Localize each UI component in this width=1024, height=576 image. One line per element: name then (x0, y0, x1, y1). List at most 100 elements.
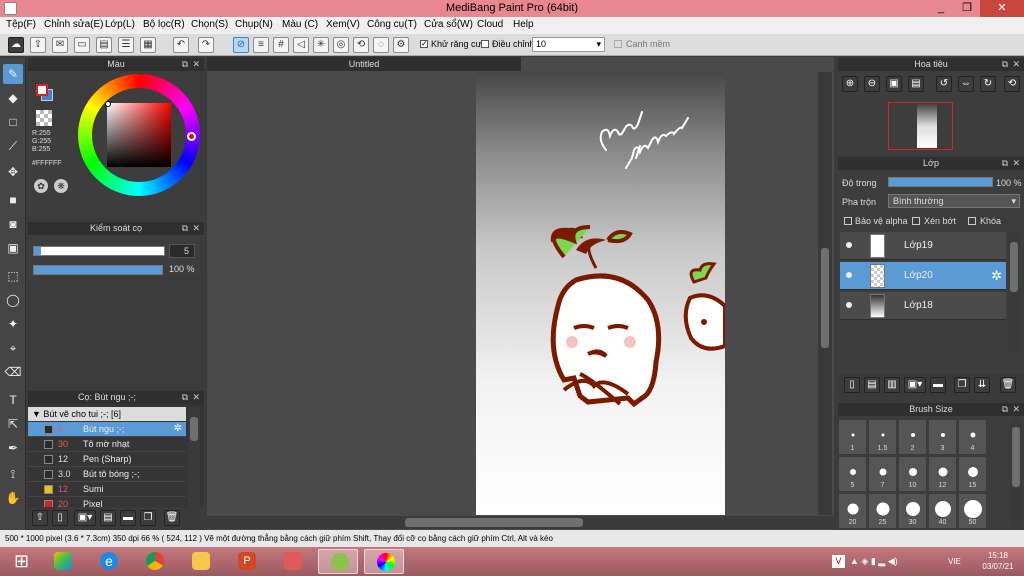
duplicate-layer-icon[interactable]: ❐ (954, 377, 970, 393)
brush-size-cell[interactable]: 10 (898, 456, 927, 492)
redo-icon[interactable]: ↷ (198, 37, 214, 53)
select-pen-tool-icon[interactable]: ⌖ (3, 338, 23, 358)
maximize-button[interactable]: ❐ (954, 0, 980, 17)
fill-rect-tool-icon[interactable]: ■ (3, 190, 23, 210)
taskbar-medibang[interactable] (364, 549, 404, 574)
menu-cloud[interactable]: Cloud (477, 19, 503, 30)
move-tool-icon[interactable]: ✥ (3, 162, 23, 182)
brush-size-cell[interactable]: 20 (838, 493, 867, 529)
zoom-out-icon[interactable]: ⊖ (864, 76, 880, 92)
transparent-swatch[interactable] (36, 110, 52, 126)
duplicate-brush-icon[interactable]: ❐ (140, 510, 156, 526)
radial-snap-icon[interactable]: ✳ (313, 37, 329, 53)
snap-off-icon[interactable]: ⊘ (233, 37, 249, 53)
layer-folder-icon[interactable]: ▬ (930, 377, 946, 393)
snap-checkbox[interactable] (614, 40, 622, 48)
adjust-checkbox[interactable] (481, 40, 489, 48)
merge-layer-icon[interactable]: ⇊ (974, 377, 990, 393)
layer-row[interactable]: Lớp18 (840, 292, 1006, 320)
rotate-left-icon[interactable]: ↺ (936, 76, 952, 92)
close-button[interactable]: ✕ (980, 0, 1024, 17)
message-icon[interactable]: ▭ (74, 37, 90, 53)
menu-edit[interactable]: Chỉnh sửa(E) (44, 19, 104, 30)
menu-color[interactable]: Màu (C) (282, 19, 318, 30)
delete-brush-icon[interactable]: 🗑 (164, 510, 180, 526)
start-button[interactable]: ⊞ (2, 549, 42, 574)
gradient-tool-icon[interactable]: ▣ (3, 238, 23, 258)
layer-opacity-slider[interactable] (888, 177, 993, 187)
brush-size-cell[interactable]: 1.5 (868, 419, 897, 455)
brush-size-cell[interactable]: 25 (868, 493, 897, 529)
navigator-view-box[interactable] (888, 102, 953, 150)
add-layer-menu-icon[interactable]: ▣▾ (904, 377, 926, 393)
undock-icon[interactable]: ⧉ (1002, 157, 1008, 170)
saturation-value-square[interactable] (107, 103, 171, 167)
undock-icon[interactable]: ⧉ (1002, 58, 1008, 71)
brush-size-cell[interactable]: 3 (928, 419, 957, 455)
bucket-tool-icon[interactable]: ◙ (3, 214, 23, 234)
scrollbar-thumb[interactable] (190, 417, 198, 441)
curve-snap-icon[interactable]: ⟲ (353, 37, 369, 53)
magic-wand-tool-icon[interactable]: ✦ (3, 314, 23, 334)
hand-tool-icon[interactable]: ✋ (3, 488, 23, 508)
actual-size-icon[interactable]: ▤ (908, 76, 924, 92)
layer-row[interactable]: Lớp19 (840, 232, 1006, 260)
taskbar-chrome[interactable] (134, 549, 174, 574)
visibility-icon[interactable] (846, 242, 852, 248)
select-tool-icon[interactable]: ⬚ (3, 266, 23, 286)
zoom-in-icon[interactable]: ⊕ (842, 76, 858, 92)
canvas-vertical-scrollbar[interactable] (818, 72, 832, 515)
lock-checkbox[interactable] (968, 217, 976, 225)
parallel-snap-icon[interactable]: ≡ (253, 37, 269, 53)
select-eraser-tool-icon[interactable]: ⌫ (3, 362, 23, 382)
page-icon[interactable]: ▤ (96, 37, 112, 53)
rotate-right-icon[interactable]: ↻ (980, 76, 996, 92)
tray-v-icon[interactable]: V (832, 555, 845, 568)
alpha-protect-checkbox[interactable] (844, 217, 852, 225)
document-icon[interactable]: ▦ (140, 37, 156, 53)
antialias-checkbox[interactable]: ✓ (420, 40, 428, 48)
brush-size-cell[interactable]: 1 (838, 419, 867, 455)
menu-capture[interactable]: Chụp(N) (235, 19, 273, 30)
palette-settings-icon[interactable]: ❋ (54, 179, 68, 193)
layer-row[interactable]: Lớp20 ✲ (840, 262, 1006, 290)
taskbar-medibang-cloud[interactable] (318, 549, 358, 574)
scrollbar-thumb[interactable] (1012, 427, 1020, 487)
brush-list-scrollbar[interactable] (188, 407, 200, 507)
delete-layer-icon[interactable]: 🗑 (1000, 377, 1016, 393)
tray-icons[interactable]: ▲ ◈ ▮ ▂ ◀) (850, 556, 898, 567)
blend-mode-dropdown[interactable]: Bình thường ▾ (888, 194, 1020, 208)
lasso-tool-icon[interactable]: ◯ (3, 290, 23, 310)
undock-icon[interactable]: ⧉ (1002, 403, 1008, 416)
dot-tool-icon[interactable]: ⟋ (3, 136, 23, 156)
brush-properties-icon[interactable]: ▤ (100, 510, 116, 526)
list-icon[interactable]: ☰ (118, 37, 134, 53)
new-layer-icon[interactable]: ▯ (844, 377, 860, 393)
brush-size-cell[interactable]: 50 (958, 493, 987, 529)
close-icon[interactable]: ✕ (192, 222, 200, 235)
menu-layer[interactable]: Lớp(L) (105, 19, 135, 30)
taskbar-explorer[interactable] (180, 549, 220, 574)
palette-icon[interactable]: ✿ (34, 179, 48, 193)
menu-select[interactable]: Chọn(S) (191, 19, 228, 30)
layers-scrollbar[interactable] (1008, 232, 1020, 352)
close-icon[interactable]: ✕ (1012, 58, 1020, 71)
text-tool-icon[interactable]: T (3, 390, 23, 410)
add-brush-icon[interactable]: ▣▾ (74, 510, 96, 526)
cloud-brush-icon[interactable]: ⇧ (32, 510, 48, 526)
undock-icon[interactable]: ⧉ (182, 58, 188, 71)
close-icon[interactable]: ✕ (1012, 403, 1020, 416)
minimize-button[interactable]: _ (928, 0, 954, 17)
brush-folder-icon[interactable]: ▬ (120, 510, 136, 526)
scrollbar-thumb[interactable] (1010, 242, 1018, 292)
main-color-swatch[interactable] (36, 84, 48, 96)
visibility-icon[interactable] (846, 272, 852, 278)
share-icon[interactable]: ⇪ (30, 37, 46, 53)
adjust-dropdown[interactable]: 10 ▾ (532, 37, 605, 52)
operation-tool-icon[interactable]: ⇱ (3, 414, 23, 434)
brush-list-item[interactable]: 3.0 Bút tô bóng ;-; (28, 467, 186, 482)
brush-group-row[interactable]: ▼ Bút vẽ cho tui ;-; [6] (28, 407, 186, 421)
cloud-icon[interactable]: ☁ (8, 37, 24, 53)
taskbar-ie[interactable]: e (88, 549, 128, 574)
menu-window[interactable]: Cửa sổ(W) (424, 19, 473, 30)
